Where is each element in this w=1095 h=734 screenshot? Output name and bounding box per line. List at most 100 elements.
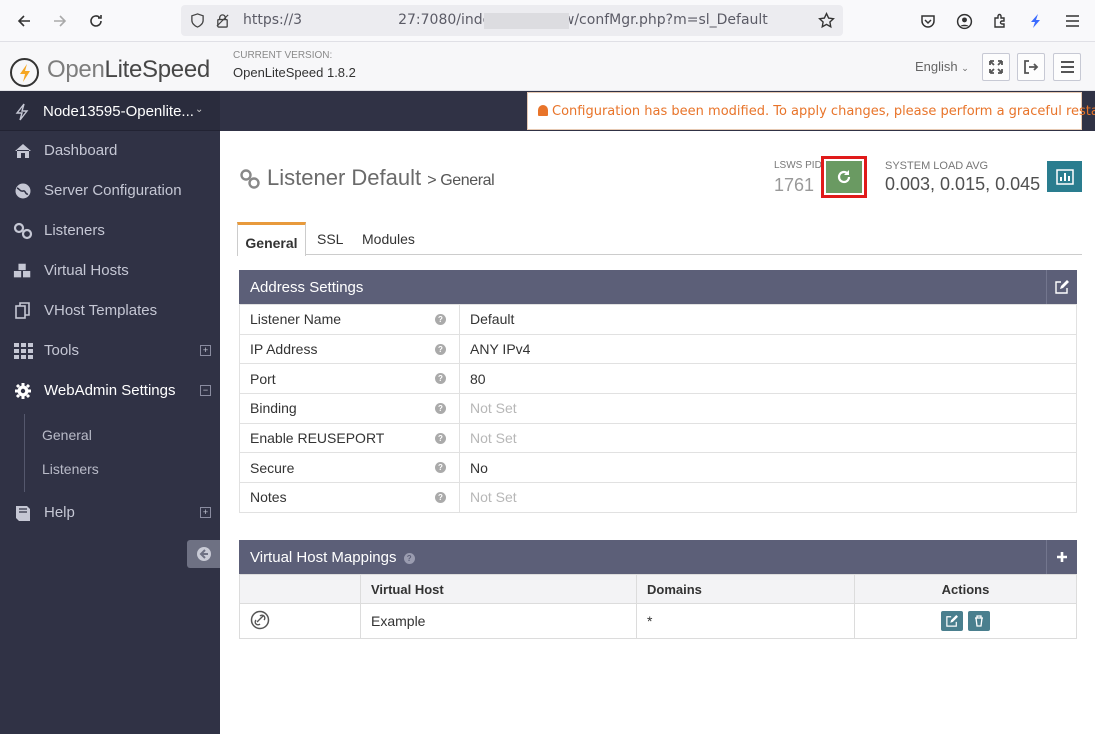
row-key: Listener Name? <box>239 304 460 335</box>
vhost-cell: Example <box>360 603 637 639</box>
star-icon[interactable] <box>818 12 835 29</box>
sidebar-item-help[interactable]: Help + <box>0 493 220 533</box>
extensions-icon[interactable] <box>988 9 1012 33</box>
sidebar: Node13595-Openlite... ⌄ Dashboard Server… <box>0 91 220 734</box>
expand-icon[interactable]: + <box>200 507 211 518</box>
help-icon[interactable]: ? <box>435 492 446 504</box>
reload-icon[interactable] <box>84 9 108 33</box>
sidebar-item-label: VHost Templates <box>44 302 158 319</box>
lock-icon <box>216 14 229 28</box>
url-bar[interactable]: https://3 27:7080/index.php#view/confMgr.… <box>181 5 843 36</box>
browser-menu-icon[interactable] <box>1060 9 1084 33</box>
sidebar-item-label: Listeners <box>44 222 105 239</box>
row-value: ANY IPv4 <box>459 333 1077 365</box>
row-value: 80 <box>459 363 1077 395</box>
actions-cell <box>854 603 1077 639</box>
address-settings-header: Address Settings <box>239 270 1077 304</box>
panel-title-text: Virtual Host Mappings <box>250 549 397 566</box>
help-icon[interactable]: ? <box>435 432 446 444</box>
sidebar-item-label: Server Configuration <box>44 182 182 199</box>
restart-notice: Configuration has been modified. To appl… <box>527 92 1095 130</box>
url-suffix: 27:7080/index.php#view/confMgr.php?m=sl_… <box>398 12 768 28</box>
notice-text: Configuration has been modified. To appl… <box>552 104 1095 119</box>
node-selector[interactable]: Node13595-Openlite... ⌄ <box>0 91 220 131</box>
menu-button[interactable] <box>1053 53 1081 81</box>
bar-chart-icon <box>1055 168 1074 185</box>
edit-mapping-button[interactable] <box>940 611 963 631</box>
help-icon[interactable]: ? <box>435 343 446 355</box>
book-icon <box>16 506 30 521</box>
sidebar-subitem-general[interactable]: General <box>42 427 92 443</box>
sidebar-item-tools[interactable]: Tools + <box>0 331 220 371</box>
tab-ssl[interactable]: SSL <box>317 222 343 255</box>
link-icon <box>13 222 33 240</box>
row-value: Default <box>459 304 1077 335</box>
delete-mapping-button[interactable] <box>968 611 991 631</box>
row-key: IP Address? <box>239 333 460 365</box>
real-time-stats-button[interactable] <box>1047 161 1082 192</box>
node-name: Node13595-Openlite... <box>43 103 194 120</box>
sidebar-subitem-listeners[interactable]: Listeners <box>42 461 99 477</box>
lightning-icon[interactable] <box>1024 9 1048 33</box>
browser-toolbar: https://3 27:7080/index.php#view/confMgr.… <box>0 0 1095 42</box>
table-row: Secure? No <box>239 452 1077 484</box>
address-settings-table: Listener Name? Default IP Address? ANY IPv… <box>239 304 1077 513</box>
edit-button[interactable] <box>1046 270 1077 304</box>
load-value: 0.003, 0.015, 0.045 <box>885 174 1041 194</box>
row-key-label: Notes <box>250 489 287 506</box>
sidebar-item-server-configuration[interactable]: Server Configuration <box>0 171 220 211</box>
cubes-icon <box>13 263 31 278</box>
row-value: Not Set <box>459 393 1077 424</box>
sidebar-item-webadmin-settings[interactable]: WebAdmin Settings − <box>0 371 220 411</box>
row-key-label: Secure <box>250 459 295 476</box>
tab-general[interactable]: General <box>237 222 306 256</box>
table-row: Port? 80 <box>239 363 1077 395</box>
help-icon[interactable]: ? <box>403 553 415 564</box>
version-value: OpenLiteSpeed 1.8.2 <box>233 65 356 80</box>
expand-icon <box>989 60 1003 74</box>
logout-button[interactable] <box>1017 53 1045 81</box>
row-icon-cell <box>239 603 361 639</box>
sidebar-collapse-button[interactable] <box>187 540 220 568</box>
chevron-down-icon: ⌄ <box>961 63 969 73</box>
language-select[interactable]: English ⌄ <box>915 59 969 74</box>
globe-icon <box>15 183 31 199</box>
help-icon[interactable]: ? <box>435 462 446 474</box>
vhost-mappings-header: Virtual Host Mappings ? <box>239 540 1077 574</box>
pid-value: 1761 <box>774 175 815 195</box>
sidebar-item-virtual-hosts[interactable]: Virtual Hosts <box>0 251 220 291</box>
plus-icon <box>1057 552 1067 562</box>
help-icon[interactable]: ? <box>435 373 446 385</box>
url-prefix: https://3 <box>243 12 303 28</box>
tab-bar: General SSL Modules <box>237 222 1082 256</box>
graceful-restart-button[interactable] <box>826 161 862 193</box>
bell-icon <box>538 105 548 116</box>
gear-icon <box>15 383 31 399</box>
copy-icon <box>15 302 30 319</box>
account-icon[interactable] <box>952 9 976 33</box>
link-circle-icon[interactable] <box>250 610 270 630</box>
back-icon[interactable] <box>12 9 36 33</box>
domains-cell: * <box>636 603 855 639</box>
pocket-icon[interactable] <box>916 9 940 33</box>
logo-text-light: Open <box>47 56 105 83</box>
edit-icon <box>1055 280 1069 294</box>
sidebar-item-listeners[interactable]: Listeners <box>0 211 220 251</box>
sidebar-item-dashboard[interactable]: Dashboard <box>0 131 220 171</box>
expand-icon[interactable]: + <box>200 345 211 356</box>
chevron-down-icon: ⌄ <box>195 104 204 115</box>
help-icon[interactable]: ? <box>435 314 446 325</box>
sidebar-item-vhost-templates[interactable]: VHost Templates <box>0 291 220 331</box>
table-row: Binding? Not Set <box>239 393 1077 424</box>
collapse-icon[interactable]: − <box>200 385 211 396</box>
language-label: English <box>915 59 958 74</box>
pid-label: LSWS PID <box>774 160 822 171</box>
add-mapping-button[interactable] <box>1046 540 1077 574</box>
row-value: Not Set <box>459 422 1077 454</box>
grid-icon <box>14 343 33 359</box>
forward-icon[interactable] <box>48 9 72 33</box>
tab-modules[interactable]: Modules <box>362 222 415 255</box>
fullscreen-button[interactable] <box>982 53 1010 81</box>
trash-icon <box>975 615 984 627</box>
help-icon[interactable]: ? <box>435 403 446 415</box>
